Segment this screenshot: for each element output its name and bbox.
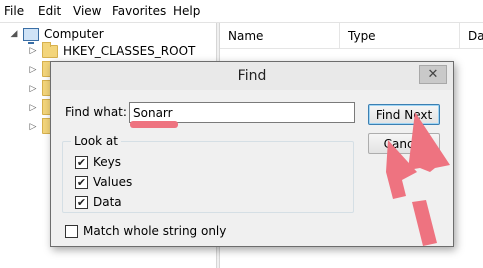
menu-bar: File Edit View Favorites Help bbox=[0, 0, 483, 23]
collapse-icon[interactable]: ◢ bbox=[9, 29, 19, 39]
menu-help[interactable]: Help bbox=[173, 4, 200, 18]
dialog-title-bar[interactable]: Find bbox=[51, 62, 453, 90]
tree-label-computer: Computer bbox=[44, 27, 104, 41]
menu-view[interactable]: View bbox=[73, 4, 101, 18]
find-next-label: Find Next bbox=[375, 107, 433, 122]
column-header-data-label: Dat bbox=[468, 28, 483, 43]
cancel-button[interactable]: Cancel bbox=[368, 133, 440, 154]
tree-label-hkey-classes-root: HKEY_CLASSES_ROOT bbox=[63, 44, 196, 58]
keys-checkbox-row[interactable]: ✔ Keys bbox=[75, 155, 121, 169]
match-whole-label: Match whole string only bbox=[83, 224, 227, 238]
find-dialog: Find ✕ Find what: Sonarr Find Next Cance… bbox=[50, 61, 454, 247]
column-header-type-label: Type bbox=[348, 28, 376, 43]
values-checkbox[interactable]: ✔ bbox=[75, 175, 88, 189]
close-icon: ✕ bbox=[427, 67, 439, 82]
data-label: Data bbox=[93, 195, 122, 209]
find-what-value: Sonarr bbox=[133, 106, 173, 120]
header-divider bbox=[220, 48, 483, 49]
column-header-name-label: Name bbox=[228, 28, 264, 43]
values-label: Values bbox=[93, 175, 133, 189]
expand-icon[interactable]: ▷ bbox=[28, 46, 38, 56]
cancel-label: Cancel bbox=[383, 136, 425, 151]
menu-favorites[interactable]: Favorites bbox=[112, 4, 166, 18]
folder-icon bbox=[42, 41, 58, 58]
column-header-name[interactable]: Name bbox=[220, 23, 340, 48]
values-checkbox-row[interactable]: ✔ Values bbox=[75, 175, 132, 189]
tree-node-hkey-classes-root[interactable]: ▷ HKEY_CLASSES_ROOT bbox=[28, 41, 196, 60]
look-at-label: Look at bbox=[71, 134, 121, 148]
expand-icon[interactable]: ▷ bbox=[28, 65, 38, 75]
dialog-title: Find bbox=[237, 68, 267, 84]
match-whole-checkbox[interactable] bbox=[65, 224, 78, 238]
match-whole-row[interactable]: Match whole string only bbox=[65, 224, 226, 238]
expand-icon[interactable]: ▷ bbox=[28, 103, 38, 113]
data-checkbox-row[interactable]: ✔ Data bbox=[75, 195, 122, 209]
expand-icon[interactable]: ▷ bbox=[28, 122, 38, 132]
find-what-label: Find what: bbox=[65, 105, 127, 119]
find-next-button[interactable]: Find Next bbox=[368, 104, 440, 125]
column-header-data[interactable]: Dat bbox=[460, 23, 483, 48]
keys-checkbox[interactable]: ✔ bbox=[75, 155, 88, 169]
expand-icon[interactable]: ▷ bbox=[28, 84, 38, 94]
menu-edit[interactable]: Edit bbox=[38, 4, 61, 18]
close-button[interactable]: ✕ bbox=[419, 65, 447, 84]
menu-file[interactable]: File bbox=[4, 4, 24, 18]
data-checkbox[interactable]: ✔ bbox=[75, 195, 88, 209]
computer-icon bbox=[23, 27, 39, 44]
tree-node-computer[interactable]: ◢ Computer bbox=[9, 25, 104, 44]
keys-label: Keys bbox=[93, 155, 122, 169]
column-header-type[interactable]: Type bbox=[340, 23, 460, 48]
